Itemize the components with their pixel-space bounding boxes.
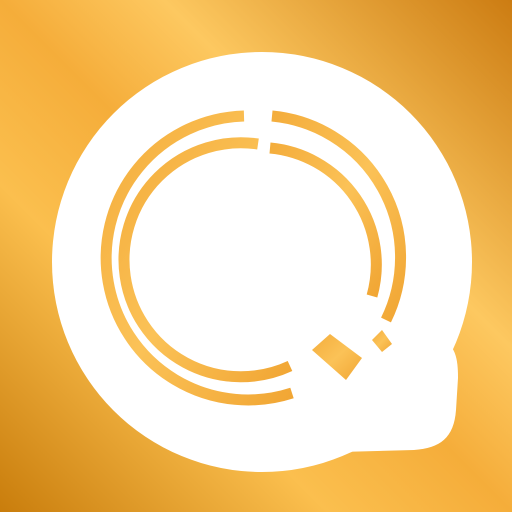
bubble-shape xyxy=(52,52,472,472)
app-icon-tile xyxy=(0,0,512,512)
ring-q-logo-icon xyxy=(52,52,472,472)
